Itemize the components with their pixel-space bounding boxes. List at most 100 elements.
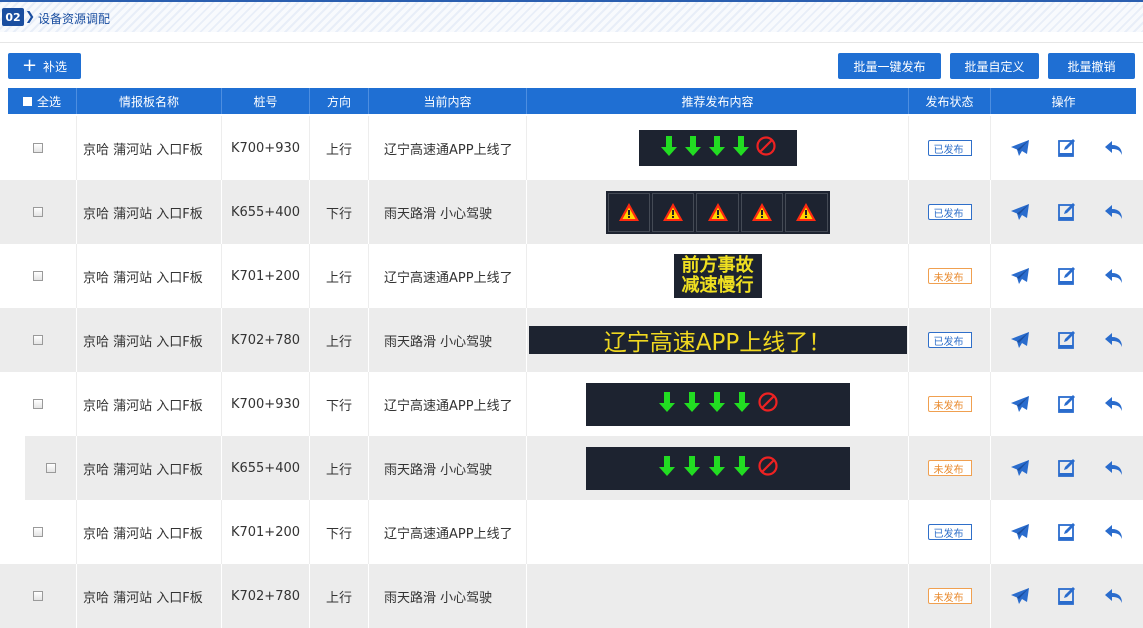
warning-icon [785,192,828,232]
select-all-label: 全选 [36,94,61,109]
row-select-cell [0,116,77,180]
board-name: 京哈 蒲河站 入口F板 [77,180,222,244]
warning-icon [696,192,739,232]
status-cell: 未发布 [909,436,991,500]
table-row[interactable]: 京哈 蒲河站 入口F板 K702+780 上行 雨天路滑 小心驾驶 辽宁高速APP上线了… [0,308,1143,372]
undo-icon[interactable] [1103,137,1125,159]
led-board [605,190,830,234]
direction: 下行 [310,500,369,564]
row-checkbox[interactable] [33,591,43,601]
pile-number: K655+400 [222,436,310,500]
send-icon[interactable] [1009,521,1031,543]
board-name: 京哈 蒲河站 入口F板 [77,564,222,628]
edit-icon[interactable] [1056,329,1078,351]
edit-icon[interactable] [1056,137,1078,159]
status-badge: 未发布 [927,396,972,412]
direction: 上行 [310,308,369,372]
select-all-header[interactable]: 全选 [8,88,77,114]
undo-icon[interactable] [1103,329,1125,351]
recommend-content [527,436,909,500]
arrow-down-icon [659,134,679,162]
ops-cell [991,116,1143,180]
status-badge: 未发布 [927,588,972,604]
warning-icon [651,192,695,232]
current-content: 辽宁高速通APP上线了 [369,116,527,180]
send-icon[interactable] [1009,457,1031,479]
select-all-checkbox[interactable] [22,96,32,106]
edit-icon[interactable] [1056,393,1078,415]
row-checkbox[interactable] [33,143,43,153]
row-checkbox[interactable] [33,527,43,537]
pile-number: K701+200 [222,244,310,308]
table-row[interactable]: 京哈 蒲河站 入口F板 K655+400 下行 雨天路滑 小心驾驶 已发布 [0,180,1143,244]
warning-icon [607,192,650,232]
table-row[interactable]: 京哈 蒲河站 入口F板 K701+200 上行 辽宁高速通APP上线了 前方事故 减速慢行… [0,244,1143,308]
pile-number: K701+200 [222,500,310,564]
recommend-content: 前方事故 减速慢行 [527,244,909,308]
table-row[interactable]: 京哈 蒲河站 入口F板 K701+200 下行 辽宁高速通APP上线了 已发布 [0,500,1143,564]
send-icon[interactable] [1009,137,1031,159]
led-board [585,382,850,426]
board-name: 京哈 蒲河站 入口F板 [77,500,222,564]
row-checkbox[interactable] [33,271,43,281]
direction: 下行 [310,180,369,244]
current-content: 雨天路滑 小心驾驶 [369,180,527,244]
led-board-line: 减速慢行 [681,275,754,296]
edit-icon[interactable] [1056,265,1078,287]
table-body: 京哈 蒲河站 入口F板 K700+930 上行 辽宁高速通APP上线了 已发布 京哈 蒲河… [0,116,1143,628]
pile-number: K655+400 [222,180,310,244]
ops-cell [991,500,1143,564]
batch-publish-button[interactable]: 批量一键发布 [838,53,941,79]
no-entry-icon [755,135,777,161]
send-icon[interactable] [1009,585,1031,607]
ops-cell [991,372,1143,436]
send-icon[interactable] [1009,265,1031,287]
no-entry-icon [757,391,779,417]
arrow-down-icon [707,134,727,162]
board-name: 京哈 蒲河站 入口F板 [77,244,222,308]
current-content: 雨天路滑 小心驾驶 [369,564,527,628]
edit-icon[interactable] [1056,521,1078,543]
edit-icon[interactable] [1056,585,1078,607]
table-row[interactable]: 京哈 蒲河站 入口F板 K700+930 下行 辽宁高速通APP上线了 未发布 [0,372,1143,436]
edit-icon[interactable] [1056,201,1078,223]
current-content: 辽宁高速通APP上线了 [369,244,527,308]
arrow-down-icon [732,390,752,418]
led-board-line: 前方事故 [681,255,754,276]
recommend-content [527,500,909,564]
undo-icon[interactable] [1103,457,1125,479]
ops-cell [991,180,1143,244]
add-button-label: 补选 [43,59,68,74]
recommend-content: 辽宁高速APP上线了！ [527,308,909,372]
table-row[interactable]: 京哈 蒲河站 入口F板 K702+780 上行 雨天路滑 小心驾驶 未发布 [0,564,1143,628]
batch-custom-button[interactable]: 批量自定义 [950,53,1039,79]
row-checkbox[interactable] [45,463,56,473]
undo-icon[interactable] [1103,393,1125,415]
send-icon[interactable] [1009,393,1031,415]
col-recommend: 推荐发布内容 [527,88,909,114]
batch-cancel-button[interactable]: 批量撤销 [1048,53,1135,79]
row-checkbox[interactable] [33,207,43,217]
undo-icon[interactable] [1103,265,1125,287]
send-icon[interactable] [1009,329,1031,351]
undo-icon[interactable] [1103,585,1125,607]
section-number: 02 [2,8,24,26]
col-current: 当前内容 [369,88,527,114]
row-select-cell [25,436,77,500]
pile-number: K702+780 [222,308,310,372]
row-select-cell [0,564,77,628]
row-checkbox[interactable] [33,335,43,345]
undo-icon[interactable] [1103,201,1125,223]
undo-icon[interactable] [1103,521,1125,543]
table-row[interactable]: 京哈 蒲河站 入口F板 K700+930 上行 辽宁高速通APP上线了 已发布 [0,116,1143,180]
send-icon[interactable] [1009,201,1031,223]
table-row[interactable]: 京哈 蒲河站 入口F板 K655+400 上行 雨天路滑 小心驾驶 未发布 [25,436,1143,500]
row-checkbox[interactable] [33,399,43,409]
status-cell: 已发布 [909,308,991,372]
add-button[interactable]: + 补选 [8,53,81,79]
led-board [585,446,850,490]
status-badge: 已发布 [927,140,972,156]
edit-icon[interactable] [1056,457,1078,479]
led-board: 辽宁高速APP上线了！ [528,326,907,356]
status-cell: 未发布 [909,564,991,628]
